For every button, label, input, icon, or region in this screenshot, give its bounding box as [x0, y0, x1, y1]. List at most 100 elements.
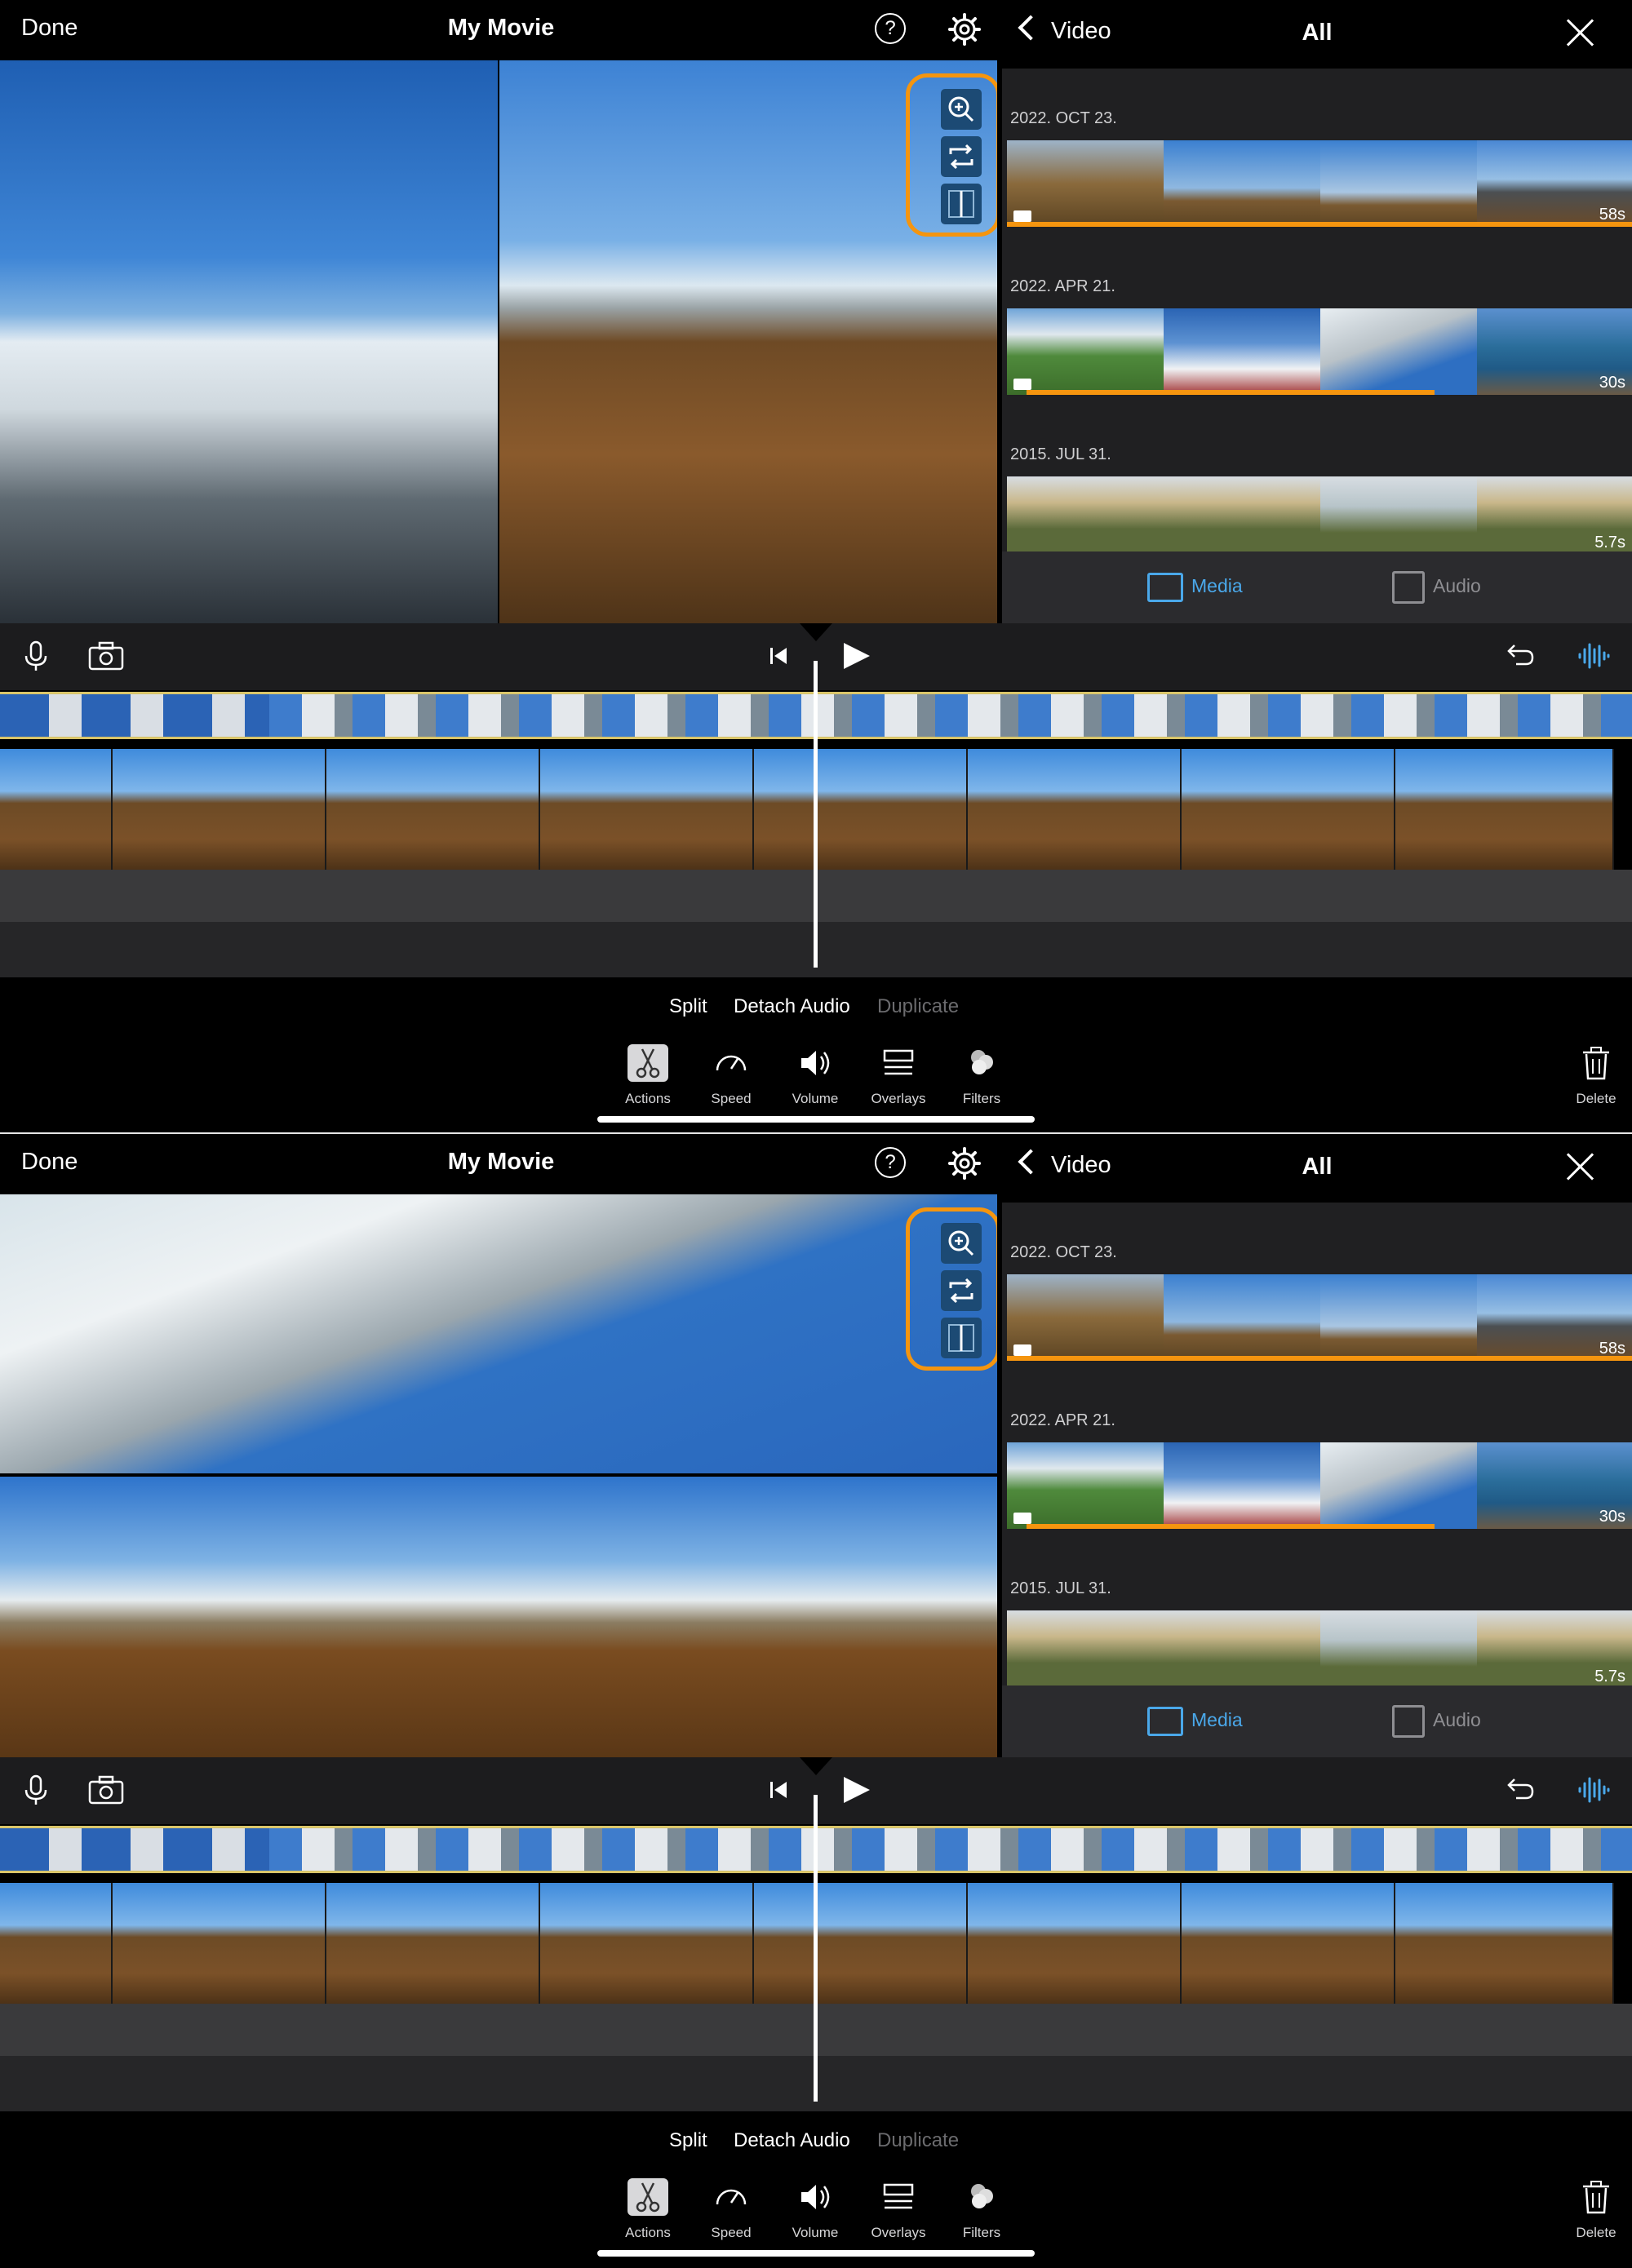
- delete-button[interactable]: Delete: [1570, 2178, 1622, 2241]
- browser-header: Video All: [1002, 1134, 1632, 1203]
- tab-label: Media: [1191, 575, 1243, 596]
- clip-thumbnail-strip[interactable]: 5.7s: [1007, 1610, 1632, 1685]
- tab-label: Audio: [1433, 575, 1481, 596]
- browser-tab-bar: Media Audio: [1002, 551, 1632, 623]
- clip-frame: [540, 1883, 754, 2004]
- playhead: [814, 1795, 818, 2102]
- thumbnail: [1164, 1442, 1320, 1529]
- speaker-icon: [801, 1051, 830, 1075]
- speedometer-icon: [716, 1055, 747, 1071]
- duplicate-button[interactable]: Duplicate: [877, 995, 959, 1018]
- tab-overlays[interactable]: Overlays: [863, 1044, 934, 1107]
- detach-audio-button[interactable]: Detach Audio: [734, 2129, 850, 2152]
- media-browser: Video All 2022. OCT 23. 58s 2022. APR 21…: [1002, 0, 1632, 623]
- play-icon[interactable]: [839, 1772, 875, 1808]
- tab-speed[interactable]: Speed: [696, 2178, 766, 2241]
- close-icon[interactable]: [1565, 1152, 1594, 1181]
- camera-icon[interactable]: [86, 1772, 126, 1808]
- clip-frame: [0, 749, 113, 870]
- media-browser: Video All 2022. OCT 23. 58s 2022. APR 21…: [1002, 1134, 1632, 1757]
- split-screen-icon[interactable]: [941, 184, 982, 224]
- delete-label: Delete: [1576, 2225, 1616, 2240]
- tab-volume[interactable]: Volume: [780, 2178, 850, 2241]
- trash-icon: [1583, 2181, 1609, 2214]
- clip-thumbnail-strip[interactable]: 58s: [1007, 140, 1632, 227]
- tab-media[interactable]: Media: [1147, 1702, 1243, 1738]
- clip-frame: [326, 749, 540, 870]
- zoom-icon[interactable]: [941, 1223, 982, 1264]
- playhead-marker: [800, 623, 832, 641]
- duplicate-button[interactable]: Duplicate: [877, 2129, 959, 2152]
- tab-actions[interactable]: Actions: [613, 1044, 683, 1107]
- clip-frame: [754, 1883, 968, 2004]
- clip-thumbnail-strip[interactable]: 58s: [1007, 1274, 1632, 1361]
- music-note-icon: [1392, 570, 1425, 604]
- tab-label: Actions: [625, 1091, 671, 1106]
- video-camera-icon: [1013, 379, 1031, 390]
- music-note-icon: [1392, 1704, 1425, 1738]
- tab-audio[interactable]: Audio: [1392, 1702, 1481, 1738]
- audio-waveform-icon[interactable]: [1575, 1772, 1611, 1808]
- thumbnail: [1164, 140, 1320, 227]
- help-icon[interactable]: ?: [875, 13, 906, 44]
- tab-label: Volume: [792, 1091, 839, 1106]
- undo-icon[interactable]: [1501, 1772, 1537, 1808]
- tab-filters[interactable]: Filters: [947, 2178, 1017, 2241]
- swap-icon[interactable]: [941, 136, 982, 177]
- close-icon[interactable]: [1565, 18, 1594, 47]
- tab-media[interactable]: Media: [1147, 568, 1243, 604]
- tab-actions[interactable]: Actions: [613, 2178, 683, 2241]
- playhead: [814, 661, 818, 968]
- tab-volume[interactable]: Volume: [780, 1044, 850, 1107]
- actions-panel: Split Detach Audio Duplicate Actions Spe…: [0, 2111, 1632, 2266]
- skip-to-start-icon[interactable]: [761, 638, 796, 674]
- help-icon[interactable]: ?: [875, 1147, 906, 1178]
- tab-filters[interactable]: Filters: [947, 1044, 1017, 1107]
- microphone-icon[interactable]: [18, 1772, 54, 1808]
- thumbnail: [1164, 476, 1320, 551]
- tab-label: Filters: [962, 2225, 1001, 2240]
- tab-overlays[interactable]: Overlays: [863, 2178, 934, 2241]
- browser-tab-bar: Media Audio: [1002, 1685, 1632, 1757]
- browser-title: All: [1302, 1154, 1333, 1180]
- clip-thumbnail-strip[interactable]: 5.7s: [1007, 476, 1632, 551]
- project-title: My Movie: [447, 15, 555, 41]
- camera-icon[interactable]: [86, 638, 126, 674]
- split-screen-icon[interactable]: [941, 1318, 982, 1358]
- delete-button[interactable]: Delete: [1570, 1044, 1622, 1107]
- clip-thumbnail-strip[interactable]: 30s: [1007, 1442, 1632, 1529]
- tab-label: Filters: [962, 1091, 1001, 1106]
- split-button[interactable]: Split: [669, 2129, 707, 2152]
- actions-panel: Split Detach Audio Duplicate Actions Spe…: [0, 977, 1632, 1132]
- microphone-icon[interactable]: [18, 638, 54, 674]
- play-icon[interactable]: [839, 638, 875, 674]
- audio-waveform-icon[interactable]: [1575, 638, 1611, 674]
- split-button[interactable]: Split: [669, 995, 707, 1018]
- scissors-icon: [628, 1044, 668, 1082]
- detach-audio-button[interactable]: Detach Audio: [734, 995, 850, 1018]
- thumbnail: [1164, 1274, 1320, 1361]
- clip-thumbnail-strip[interactable]: 30s: [1007, 308, 1632, 395]
- clip-frame: [968, 749, 1182, 870]
- clip-frame: [113, 1883, 326, 2004]
- undo-icon[interactable]: [1501, 638, 1537, 674]
- zoom-icon[interactable]: [941, 89, 982, 130]
- clip-duration: 30s: [1599, 1508, 1625, 1526]
- overlay-clip-frames: [269, 1828, 1632, 1871]
- skip-to-start-icon[interactable]: [761, 1772, 796, 1808]
- film-icon: [1147, 1706, 1183, 1736]
- delete-label: Delete: [1576, 1091, 1616, 1106]
- swap-icon[interactable]: [941, 1270, 982, 1311]
- speedometer-icon: [716, 2189, 747, 2205]
- section-date: 2015. JUL 31.: [1010, 1579, 1111, 1597]
- gear-icon[interactable]: [948, 1147, 981, 1180]
- section-date: 2015. JUL 31.: [1010, 445, 1111, 463]
- used-range-bar: [1007, 1356, 1632, 1361]
- tab-label: Overlays: [871, 1091, 926, 1106]
- tab-audio[interactable]: Audio: [1392, 568, 1481, 604]
- clip-frame: [540, 749, 754, 870]
- section-date: 2022. APR 21.: [1010, 277, 1115, 295]
- screen-side-by-side: Done My Movie ? Video All 2022. OCT 23. …: [0, 0, 1632, 1132]
- tab-speed[interactable]: Speed: [696, 1044, 766, 1107]
- gear-icon[interactable]: [948, 13, 981, 46]
